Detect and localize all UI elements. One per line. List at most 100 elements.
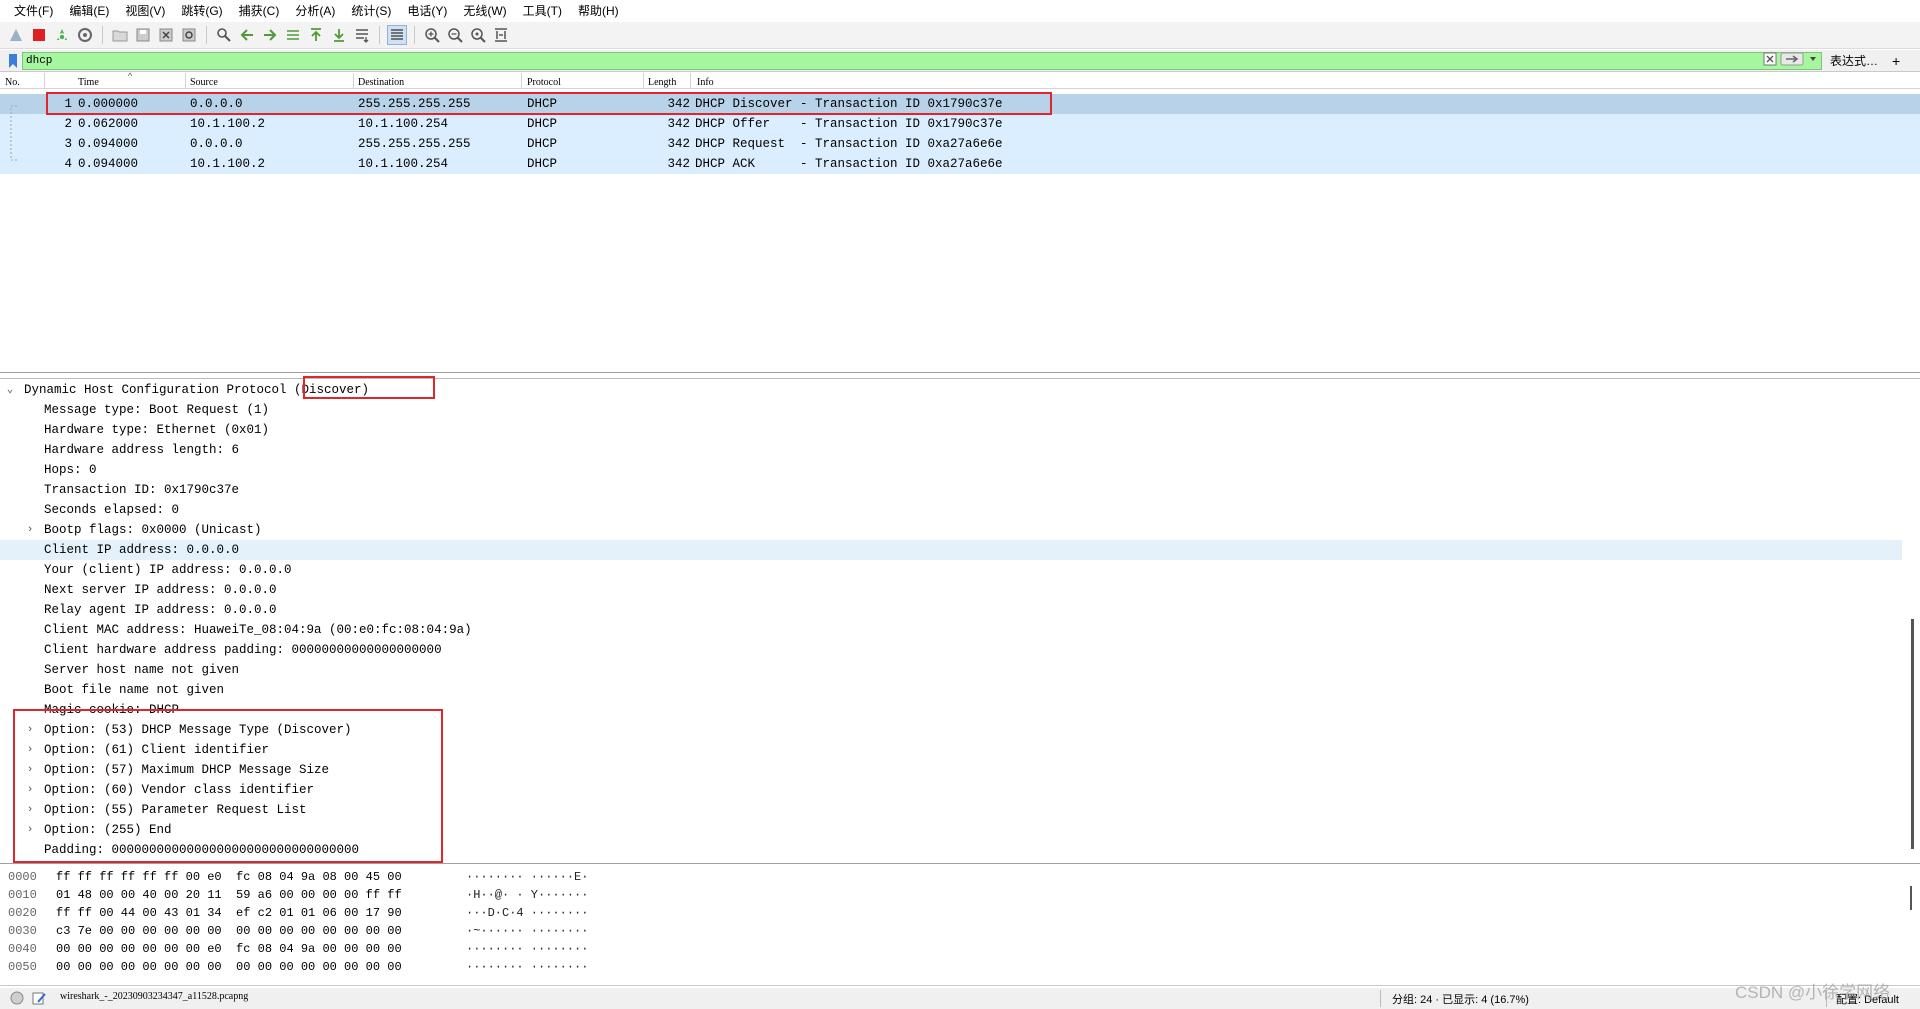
detail-tree-item[interactable]: Transaction ID: 0x1790c37e xyxy=(0,480,1902,500)
detail-tree-item[interactable]: Hardware type: Ethernet (0x01) xyxy=(0,420,1902,440)
find-packet-icon[interactable] xyxy=(214,25,234,45)
column-header-source[interactable]: Source xyxy=(190,77,218,88)
packet-cell-length: 342 xyxy=(667,157,690,171)
hex-offset: 0010 xyxy=(8,888,37,902)
hex-row[interactable]: 0050 00 00 00 00 00 00 00 00 00 00 00 00 … xyxy=(0,958,700,976)
detail-field-text: Message type: Boot Request (1) xyxy=(44,403,270,417)
first-packet-icon[interactable] xyxy=(306,25,326,45)
detail-tree-item[interactable]: Server host name not given xyxy=(0,660,1902,680)
capture-comment-icon[interactable] xyxy=(32,991,46,1008)
detail-field-text: Client hardware address padding: 0000000… xyxy=(44,643,442,657)
packet-cell-length: 342 xyxy=(667,117,690,131)
menu-item[interactable]: 视图(V) xyxy=(117,0,173,22)
column-header-info[interactable]: Info xyxy=(697,77,714,88)
zoom-in-icon[interactable] xyxy=(422,25,442,45)
chevron-right-icon[interactable]: › xyxy=(24,520,36,540)
close-file-icon[interactable] xyxy=(156,25,176,45)
menu-item[interactable]: 帮助(H) xyxy=(570,0,627,22)
packet-cell-length: 342 xyxy=(667,137,690,151)
column-divider xyxy=(521,73,522,89)
detail-field-text: Hardware type: Ethernet (0x01) xyxy=(44,423,270,437)
detail-tree-item[interactable]: Boot file name not given xyxy=(0,680,1902,700)
colorize-icon[interactable] xyxy=(387,25,407,45)
packet-list-pane: No. Time ^ Source Destination Protocol L… xyxy=(0,71,1920,373)
bytes-scrollbar[interactable] xyxy=(1910,886,1912,910)
clear-filter-icon[interactable] xyxy=(1763,52,1777,69)
detail-tree-item[interactable]: Client hardware address padding: 0000000… xyxy=(0,640,1902,660)
main-toolbar xyxy=(0,22,1920,49)
conversation-bracket-icon xyxy=(10,105,17,161)
detail-tree-item[interactable]: Hardware address length: 6 xyxy=(0,440,1902,460)
apply-filter-icon[interactable] xyxy=(1780,52,1804,69)
save-file-icon[interactable] xyxy=(133,25,153,45)
column-header-length[interactable]: Length xyxy=(648,77,676,88)
filter-input-wrapper xyxy=(22,51,1822,70)
display-filter-input[interactable] xyxy=(23,52,1743,69)
toolbar-separator xyxy=(379,26,380,44)
packet-row[interactable]: 4 0.094000 10.1.100.2 10.1.100.254 DHCP 342 DH… xyxy=(0,154,1920,174)
details-scrollbar[interactable] xyxy=(1911,619,1914,849)
detail-tree-item[interactable]: Message type: Boot Request (1) xyxy=(0,400,1902,420)
packet-cell-protocol: DHCP xyxy=(527,157,558,171)
detail-tree-item[interactable]: ⌄ Dynamic Host Configuration Protocol (Di… xyxy=(0,380,1902,400)
stop-capture-icon[interactable] xyxy=(29,25,49,45)
resize-columns-icon[interactable] xyxy=(491,25,511,45)
reload-file-icon[interactable] xyxy=(179,25,199,45)
add-filter-button[interactable]: + xyxy=(1892,53,1900,69)
detail-tree-item[interactable]: Client MAC address: HuaweiTe_08:04:9a (0… xyxy=(0,620,1902,640)
column-header-protocol[interactable]: Protocol xyxy=(527,77,561,88)
go-back-icon[interactable] xyxy=(237,25,257,45)
hex-row[interactable]: 0030 c3 7e 00 00 00 00 00 00 00 00 00 00 … xyxy=(0,922,700,940)
menu-item[interactable]: 电话(Y) xyxy=(399,0,455,22)
restart-capture-icon[interactable] xyxy=(52,25,72,45)
packet-cell-destination: 255.255.255.255 xyxy=(358,137,471,151)
autoscroll-icon[interactable] xyxy=(352,25,372,45)
detail-field-text: Transaction ID: 0x1790c37e xyxy=(44,483,240,497)
last-packet-icon[interactable] xyxy=(329,25,349,45)
chevron-down-icon[interactable]: ⌄ xyxy=(4,380,16,400)
annotation-box-discover-row xyxy=(46,92,1052,115)
expression-button[interactable]: 表达式… xyxy=(1830,52,1878,69)
menu-item[interactable]: 工具(T) xyxy=(515,0,570,22)
packet-list-header: No. Time ^ Source Destination Protocol L… xyxy=(0,71,1920,89)
capture-options-icon[interactable] xyxy=(75,25,95,45)
column-header-no[interactable]: No. xyxy=(5,77,20,88)
detail-tree-item[interactable]: Seconds elapsed: 0 xyxy=(0,500,1902,520)
detail-tree-item[interactable]: Next server IP address: 0.0.0.0 xyxy=(0,580,1902,600)
packet-cell-destination: 10.1.100.254 xyxy=(358,117,449,131)
hex-row[interactable]: 0000 ff ff ff ff ff ff 00 e0 fc 08 04 9a … xyxy=(0,868,700,886)
packet-cell-info: DHCP Request - Transaction ID 0xa27a6e6e xyxy=(695,137,1003,151)
column-header-destination[interactable]: Destination xyxy=(358,77,404,88)
menu-item[interactable]: 编辑(E) xyxy=(61,0,117,22)
menu-item[interactable]: 统计(S) xyxy=(343,0,399,22)
column-divider xyxy=(643,73,644,89)
packet-row[interactable]: 3 0.094000 0.0.0.0 255.255.255.255 DHCP 342 DH… xyxy=(0,134,1920,154)
menu-item[interactable]: 无线(W) xyxy=(455,0,514,22)
detail-tree-item[interactable]: Your (client) IP address: 0.0.0.0 xyxy=(0,560,1902,580)
hex-row[interactable]: 0010 01 48 00 00 40 00 20 11 59 a6 00 00 … xyxy=(0,886,700,904)
menu-item[interactable]: 捕获(C) xyxy=(231,0,288,22)
bookmark-icon[interactable] xyxy=(4,51,22,71)
detail-tree-item[interactable]: Relay agent IP address: 0.0.0.0 xyxy=(0,600,1902,620)
menu-item[interactable]: 跳转(G) xyxy=(173,0,230,22)
menu-bar: 文件(F) 编辑(E) 视图(V) 跳转(G) 捕获(C) 分析(A) 统计(S) 电话(Y)… xyxy=(0,0,1920,22)
filter-history-chevron-down-icon[interactable] xyxy=(1807,52,1819,69)
menu-item[interactable]: 分析(A) xyxy=(287,0,343,22)
detail-tree-item[interactable]: Hops: 0 xyxy=(0,460,1902,480)
open-file-icon[interactable] xyxy=(110,25,130,45)
hex-row[interactable]: 0040 00 00 00 00 00 00 00 e0 fc 08 04 9a … xyxy=(0,940,700,958)
expert-info-icon[interactable] xyxy=(10,991,24,1008)
detail-field-text: Boot file name not given xyxy=(44,683,225,697)
go-forward-icon[interactable] xyxy=(260,25,280,45)
hex-row[interactable]: 0020 ff ff 00 44 00 43 01 34 ef c2 01 01 … xyxy=(0,904,700,922)
column-header-time[interactable]: Time xyxy=(78,77,99,88)
shark-fin-start-icon[interactable] xyxy=(6,25,26,45)
menu-item[interactable]: 文件(F) xyxy=(6,0,61,22)
zoom-out-icon[interactable] xyxy=(445,25,465,45)
detail-tree-item[interactable]: › Bootp flags: 0x0000 (Unicast) xyxy=(0,520,1902,540)
go-to-packet-icon[interactable] xyxy=(283,25,303,45)
packet-row[interactable]: 2 0.062000 10.1.100.2 10.1.100.254 DHCP 342 DH… xyxy=(0,114,1920,134)
detail-tree-item[interactable]: Client IP address: 0.0.0.0 xyxy=(0,540,1902,560)
zoom-normal-icon[interactable] xyxy=(468,25,488,45)
hex-offset: 0000 xyxy=(8,870,37,884)
